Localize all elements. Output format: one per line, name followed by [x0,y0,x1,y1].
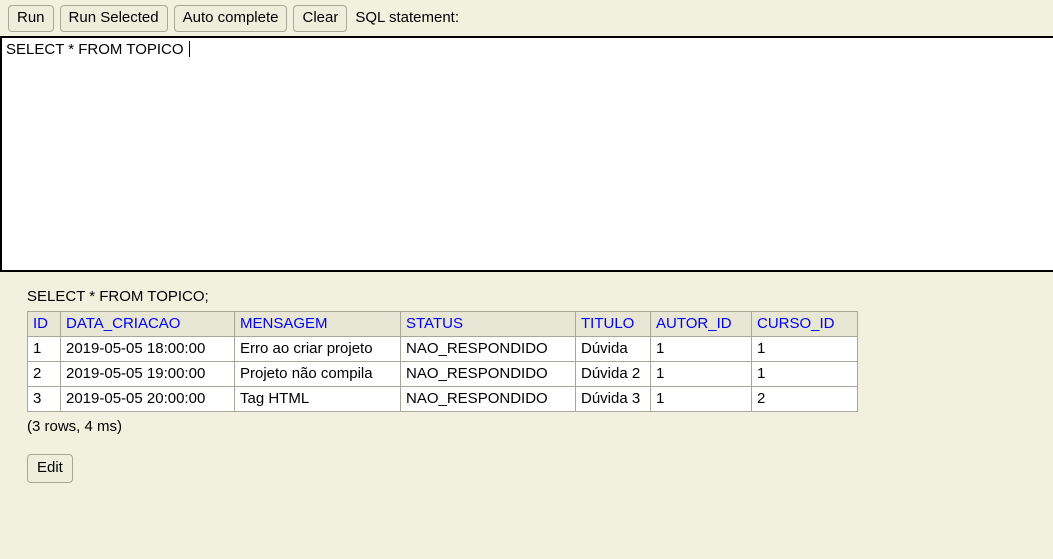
cell-id: 3 [27,386,61,412]
cell-curso-id: 2 [751,386,858,412]
column-header-mensagem[interactable]: MENSAGEM [234,311,401,337]
auto-complete-button[interactable]: Auto complete [173,4,288,32]
cell-curso-id: 1 [751,336,858,362]
cell-id: 2 [27,361,61,387]
sql-editor[interactable]: SELECT * FROM TOPICO [0,36,1053,272]
edit-button-row: Edit [27,454,1053,483]
column-header-data-criacao[interactable]: DATA_CRIACAO [60,311,235,337]
column-header-status[interactable]: STATUS [400,311,576,337]
cell-mensagem: Erro ao criar projeto [234,336,401,362]
result-status: (3 rows, 4 ms) [27,418,123,435]
cell-autor-id: 1 [650,336,752,362]
cell-mensagem: Tag HTML [234,386,401,412]
column-header-curso-id[interactable]: CURSO_ID [751,311,858,337]
result-table: ID DATA_CRIACAO MENSAGEM STATUS TITULO A… [27,311,858,412]
cell-data-criacao: 2019-05-05 19:00:00 [60,361,235,387]
sql-editor-wrapper: SELECT * FROM TOPICO [0,36,1053,272]
cell-mensagem: Projeto não compila [234,361,401,387]
cell-autor-id: 1 [650,386,752,412]
table-row: 2 2019-05-05 19:00:00 Projeto não compil… [27,361,858,387]
cell-titulo: Dúvida [575,336,651,362]
cell-status: NAO_RESPONDIDO [400,361,576,387]
column-header-id[interactable]: ID [27,311,61,337]
run-selected-button[interactable]: Run Selected [59,4,168,32]
toolbar: Run Run Selected Auto complete Clear SQL… [0,0,1053,36]
cell-data-criacao: 2019-05-05 18:00:00 [60,336,235,362]
cell-status: NAO_RESPONDIDO [400,336,576,362]
cell-status: NAO_RESPONDIDO [400,386,576,412]
cell-autor-id: 1 [650,361,752,387]
result-area: SELECT * FROM TOPICO; ID DATA_CRIACAO ME… [0,272,1053,483]
edit-button[interactable]: Edit [27,454,73,483]
table-row: 3 2019-05-05 20:00:00 Tag HTML NAO_RESPO… [27,386,858,412]
cell-id: 1 [27,336,61,362]
cell-data-criacao: 2019-05-05 20:00:00 [60,386,235,412]
run-button[interactable]: Run [8,4,54,32]
sql-editor-text: SELECT * FROM TOPICO [6,41,188,58]
column-header-autor-id[interactable]: AUTOR_ID [650,311,752,337]
sql-statement-label: SQL statement: [355,9,460,26]
cell-titulo: Dúvida 2 [575,361,651,387]
cell-titulo: Dúvida 3 [575,386,651,412]
table-row: 1 2019-05-05 18:00:00 Erro ao criar proj… [27,336,858,362]
cell-curso-id: 1 [751,361,858,387]
result-query-echo: SELECT * FROM TOPICO; [27,288,209,305]
table-header-row: ID DATA_CRIACAO MENSAGEM STATUS TITULO A… [27,311,858,337]
text-cursor [188,41,190,57]
clear-button[interactable]: Clear [293,4,348,32]
column-header-titulo[interactable]: TITULO [575,311,651,337]
